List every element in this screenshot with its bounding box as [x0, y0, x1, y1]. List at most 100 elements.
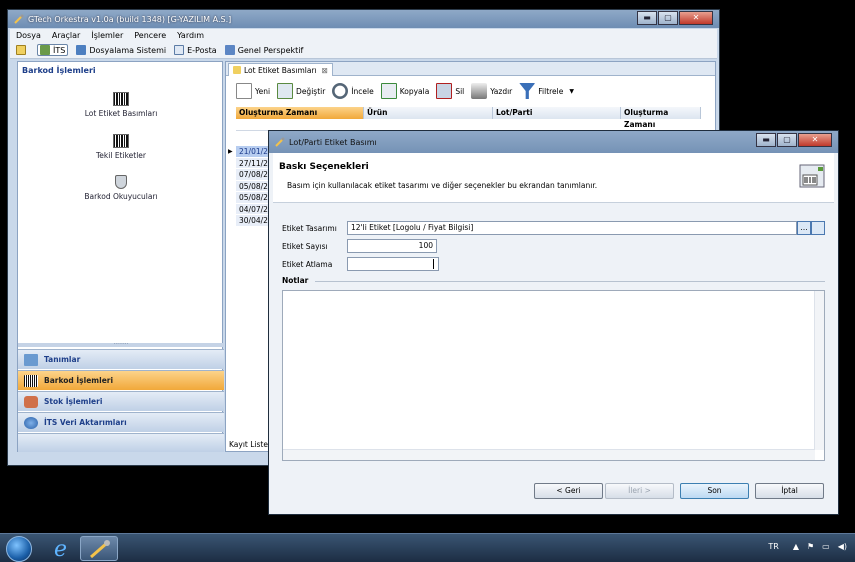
general-perspective-button[interactable]: Genel Perspektif — [224, 45, 303, 55]
skip-label: Etiket Atlama — [282, 259, 333, 269]
menu-araclar[interactable]: Araçlar — [52, 31, 80, 40]
ie-taskbar-icon[interactable]: e — [44, 536, 82, 562]
nav-barkod-islemleri[interactable]: Barkod İşlemleri — [18, 370, 224, 390]
email-button[interactable]: E-Posta — [174, 45, 217, 55]
main-toolbar: İTS Dosyalama Sistemi E-Posta Genel Pers… — [10, 42, 717, 59]
its-icon — [40, 45, 50, 55]
dialog-maximize-button[interactable]: ▢ — [777, 133, 797, 147]
notes-textarea[interactable] — [282, 290, 825, 461]
lot-label-prints-label: Lot Etiket Basımları — [84, 109, 158, 118]
stock-icon — [24, 395, 38, 408]
count-field[interactable]: 100 — [347, 239, 437, 253]
barcode-icon — [24, 374, 38, 387]
left-panel-title: Barkod İşlemleri — [22, 66, 96, 75]
col-created-time[interactable]: Oluşturma Zamanı — [236, 107, 364, 119]
delete-label: Sil — [455, 86, 465, 96]
cancel-button[interactable]: İptal — [755, 483, 824, 499]
col-created-time-label: Oluşturma Zamanı — [239, 108, 318, 117]
definitions-icon — [24, 353, 38, 366]
network-icon[interactable]: ▭ — [822, 542, 830, 551]
menu-dosya[interactable]: Dosya — [16, 31, 41, 40]
maximize-button[interactable]: ▢ — [658, 11, 678, 25]
dialog-app-icon — [275, 137, 285, 147]
menu-pencere[interactable]: Pencere — [134, 31, 166, 40]
start-button[interactable] — [6, 536, 32, 562]
copy-button[interactable]: Kopyala — [380, 83, 430, 99]
dialog-header: Baskı Seçenekleri Basım için kullanılaca… — [273, 153, 834, 203]
nav-tanimlar-label: Tanımlar — [44, 355, 81, 364]
inspect-label: İncele — [351, 86, 374, 96]
dialog-minimize-button[interactable]: ▬ — [756, 133, 776, 147]
dialog-title-bar[interactable]: Lot/Parti Etiket Basımı — [269, 131, 838, 153]
browse-button[interactable]: … — [797, 221, 811, 235]
flag-icon[interactable]: ⚑ — [807, 542, 814, 551]
col-lot[interactable]: Lot/Parti — [493, 107, 621, 119]
notes-horizontal-scrollbar[interactable] — [283, 449, 815, 460]
globe-icon — [24, 416, 38, 429]
magnifier-icon — [332, 83, 349, 99]
main-title-bar[interactable]: GTech Orkestra v1.0a (build 1348) [G-YAZ… — [8, 10, 719, 28]
col-product-label: Ürün — [367, 108, 388, 117]
its-button[interactable]: İTS — [37, 44, 69, 56]
dropdown-icon[interactable]: ▼ — [569, 88, 574, 95]
file-system-label: Dosyalama Sistemi — [89, 45, 167, 55]
funnel-icon — [519, 83, 536, 99]
design-label: Etiket Tasarımı — [282, 223, 337, 233]
delete-icon — [436, 83, 453, 99]
label-printer-icon — [798, 161, 828, 193]
print-button[interactable]: Yazdır — [471, 83, 512, 99]
single-labels-item[interactable]: Tekil Etiketler — [18, 134, 224, 160]
tab-lot-label-prints[interactable]: Lot Etiket Basımları ⊠ — [228, 63, 333, 76]
dialog-header-title: Baskı Seçenekleri — [279, 162, 369, 172]
file-system-button[interactable]: Dosyalama Sistemi — [76, 45, 166, 55]
design-field[interactable]: 12'li Etiket [Logolu / Fiyat Bilgisi] — [347, 221, 797, 235]
email-label: E-Posta — [187, 45, 217, 55]
new-document-icon — [236, 83, 252, 99]
inspect-button[interactable]: İncele — [332, 83, 374, 99]
edit-button[interactable]: Değiştir — [277, 83, 325, 99]
barcode-readers-item[interactable]: Barkod Okuyucuları — [18, 175, 224, 201]
tab-close-icon[interactable]: ⊠ — [322, 66, 328, 75]
finish-button[interactable]: Son — [680, 483, 749, 499]
delete-button[interactable]: Sil — [436, 83, 464, 99]
notes-separator — [315, 281, 825, 282]
close-button[interactable]: ✕ — [679, 11, 713, 25]
barcode-icon — [113, 134, 129, 148]
grid-header: Oluşturma Zamanı Ürün Lot/Parti Oluşturm… — [236, 107, 701, 129]
new-label: Yeni — [255, 86, 271, 96]
barcode-readers-label: Barkod Okuyucuları — [84, 192, 158, 201]
panel-splitter[interactable]: ········ — [18, 342, 224, 348]
tray-expand-icon[interactable]: ▲ — [793, 542, 799, 551]
nav-tanimlar[interactable]: Tanımlar — [18, 349, 224, 369]
language-indicator[interactable]: TR — [768, 542, 778, 551]
row-pointer-icon: ▶ — [228, 148, 233, 155]
lot-label-prints-item[interactable]: Lot Etiket Basımları — [18, 92, 224, 118]
notes-vertical-scrollbar[interactable] — [814, 291, 824, 450]
volume-icon[interactable]: ◀) — [838, 542, 847, 551]
left-panel: Barkod İşlemleri Lot Etiket Basımları Te… — [17, 61, 224, 452]
skip-field[interactable] — [347, 257, 439, 271]
filter-label: Filtrele — [538, 86, 564, 96]
filter-button[interactable]: Filtrele ▼ — [519, 83, 574, 99]
orkestra-taskbar-icon[interactable] — [80, 536, 118, 561]
col-created-time-2[interactable]: Oluşturma Zamanı — [621, 107, 701, 129]
menu-islemler[interactable]: İşlemler — [91, 31, 123, 40]
dialog-close-button[interactable]: ✕ — [798, 133, 832, 147]
its-label: İTS — [53, 45, 66, 55]
nav-its-veri-aktarimlari[interactable]: İTS Veri Aktarımları — [18, 412, 224, 432]
copy-icon — [380, 83, 397, 99]
copy-label: Kopyala — [399, 86, 430, 96]
minimize-button[interactable]: ▬ — [637, 11, 657, 25]
col-product[interactable]: Ürün — [364, 107, 493, 119]
back-button[interactable]: < Geri — [534, 483, 603, 499]
next-button[interactable]: İleri > — [605, 483, 674, 499]
nav-stok-islemleri[interactable]: Stok İşlemleri — [18, 391, 224, 411]
dialog-header-desc: Basım için kullanılacak etiket tasarımı … — [287, 181, 598, 190]
new-button[interactable]: Yeni — [236, 83, 270, 99]
clear-field-icon[interactable] — [811, 221, 825, 235]
perspective-icon — [16, 45, 26, 55]
edit-icon — [277, 83, 294, 99]
perspective-default-button[interactable] — [16, 45, 29, 55]
menu-yardim[interactable]: Yardım — [177, 31, 204, 40]
menu-bar: Dosya Araçlar İşlemler Pencere Yardım — [10, 29, 717, 42]
